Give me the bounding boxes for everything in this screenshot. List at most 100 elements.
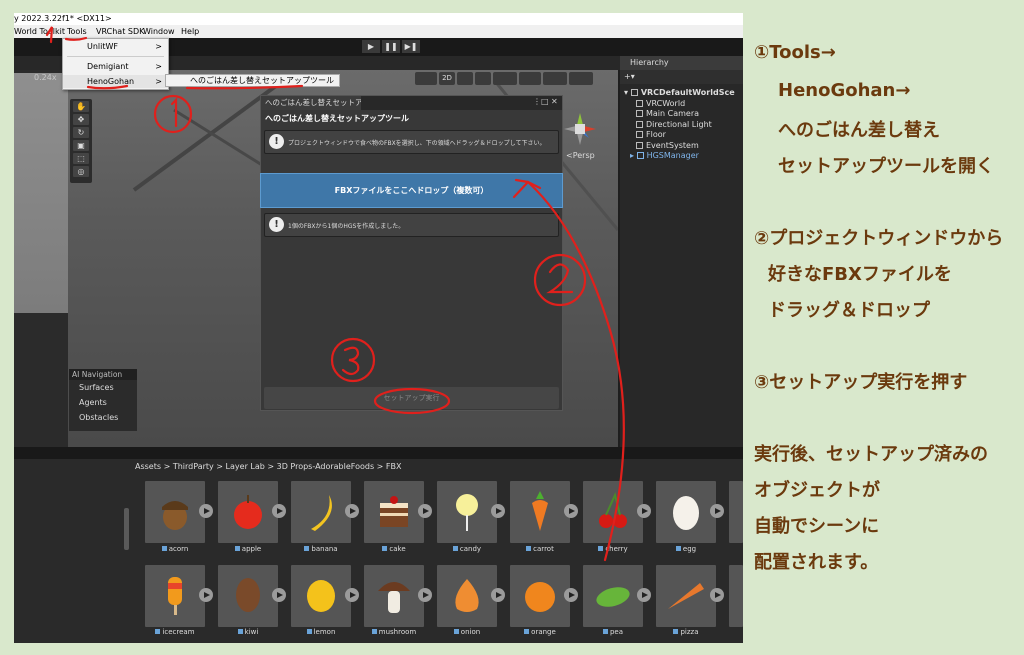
setup-execute-button[interactable]: セットアップ実行: [264, 387, 559, 409]
preview-play-icon[interactable]: [491, 588, 505, 602]
shading-mode-button[interactable]: [415, 72, 437, 85]
asset-thumbnail[interactable]: [583, 481, 643, 543]
gizmos-dropdown[interactable]: [569, 72, 593, 85]
icecream-icon: [168, 577, 182, 615]
preview-play-icon[interactable]: [345, 588, 359, 602]
hierarchy-item[interactable]: Directional Light: [620, 120, 743, 131]
move-tool-icon[interactable]: ✥: [73, 114, 89, 125]
model-icon: [237, 629, 243, 634]
asset-thumbnail[interactable]: [510, 565, 570, 627]
preview-play-icon[interactable]: [491, 504, 505, 518]
ai-nav-agents[interactable]: Agents: [69, 395, 137, 410]
hierarchy-item[interactable]: Floor: [620, 130, 743, 141]
menu-item-demigiant[interactable]: Demigiant >: [63, 60, 168, 73]
camera-dropdown[interactable]: [543, 72, 567, 85]
fbx-drop-area[interactable]: FBXファイルをここへドロップ（複数可）: [260, 173, 563, 208]
asset-thumbnail[interactable]: [364, 481, 424, 543]
transform-tool-icon[interactable]: ◎: [73, 166, 89, 177]
menu-vrchat-sdk[interactable]: VRChat SDK: [96, 25, 144, 38]
mode-2d-button[interactable]: 2D: [439, 72, 455, 85]
info-icon: !: [269, 134, 284, 149]
menu-item-henogohan[interactable]: HenoGohan >: [63, 75, 168, 88]
preview-play-icon[interactable]: [710, 504, 724, 518]
menu-window[interactable]: Window: [143, 25, 175, 38]
setup-window-heading: へのごはん差し替えセットアップツール: [265, 114, 409, 123]
setup-window-tabbar: へのごはん差し替えセットアッ... ⋮ □ ✕: [261, 96, 562, 110]
asset-thumbnail[interactable]: [437, 565, 497, 627]
preview-play-icon[interactable]: [710, 588, 724, 602]
preview-play-icon[interactable]: [637, 588, 651, 602]
asset-thumbnail[interactable]: [656, 481, 716, 543]
lighting-toggle[interactable]: [457, 72, 473, 85]
menu-help[interactable]: Help: [181, 25, 199, 38]
model-icon: [382, 546, 388, 551]
pause-button[interactable]: ❚❚: [382, 40, 400, 53]
maximize-icon[interactable]: □: [541, 97, 549, 106]
asset-thumbnail[interactable]: [729, 481, 743, 543]
audio-toggle[interactable]: [475, 72, 491, 85]
asset-thumbnail[interactable]: [437, 481, 497, 543]
asset-thumbnail[interactable]: [729, 565, 743, 627]
preview-play-icon[interactable]: [199, 504, 213, 518]
hierarchy-item-selected[interactable]: ▸ HGSManager: [620, 151, 743, 162]
asset-thumbnail[interactable]: [583, 565, 643, 627]
gameobject-icon: [636, 120, 643, 128]
setup-window-tab[interactable]: へのごはん差し替えセットアッ...: [261, 96, 361, 110]
hand-tool-icon[interactable]: ✋: [73, 101, 89, 112]
rect-tool-icon[interactable]: ⬚: [73, 153, 89, 164]
acorn-icon: [162, 501, 188, 530]
more-options-icon[interactable]: ⋮: [533, 97, 541, 106]
ai-nav-surfaces[interactable]: Surfaces: [69, 380, 137, 395]
preview-play-icon[interactable]: [418, 504, 432, 518]
cake-icon: [380, 496, 408, 527]
asset-thumbnail[interactable]: [145, 481, 205, 543]
step-button[interactable]: ▶❚: [402, 40, 420, 53]
menu-item-setup-tool[interactable]: へのごはん差し替えセットアップツール: [165, 74, 340, 87]
menu-tools[interactable]: Tools: [67, 25, 87, 38]
asset-thumbnail[interactable]: [218, 481, 278, 543]
preview-play-icon[interactable]: [564, 588, 578, 602]
asset-label: pea: [577, 628, 649, 636]
project-scrollbar[interactable]: [124, 508, 129, 550]
close-icon[interactable]: ✕: [551, 97, 558, 106]
rotate-tool-icon[interactable]: ↻: [73, 127, 89, 138]
hierarchy-item[interactable]: VRCWorld: [620, 99, 743, 110]
project-folder-tree: [14, 459, 131, 643]
banana-icon: [311, 495, 332, 531]
asset-thumbnail[interactable]: [291, 565, 351, 627]
prefab-icon: [636, 152, 644, 159]
preview-play-icon[interactable]: [564, 504, 578, 518]
menu-item-unlitwf[interactable]: UnlitWF >: [63, 40, 168, 53]
effects-dropdown[interactable]: [493, 72, 517, 85]
hierarchy-item[interactable]: Main Camera: [620, 109, 743, 120]
asset-thumbnail[interactable]: [510, 481, 570, 543]
preview-play-icon[interactable]: [199, 588, 213, 602]
note-line: ②プロジェクトウィンドウから: [754, 228, 1004, 249]
hidden-objects-toggle[interactable]: [519, 72, 541, 85]
menu-world-toolkit[interactable]: World Toolkit: [14, 25, 65, 38]
asset-thumbnail[interactable]: [364, 565, 424, 627]
play-button[interactable]: ▶: [362, 40, 380, 53]
perspective-label[interactable]: <Persp: [566, 151, 595, 160]
model-icon: [602, 629, 608, 634]
note-line: 配置されます。: [754, 552, 879, 573]
hierarchy-add-button[interactable]: +▾: [620, 70, 743, 84]
preview-play-icon[interactable]: [272, 504, 286, 518]
preview-play-icon[interactable]: [418, 588, 432, 602]
hierarchy-root[interactable]: ▾ VRCDefaultWorldSce: [620, 88, 743, 99]
hierarchy-item[interactable]: EventSystem: [620, 141, 743, 152]
ai-nav-obstacles[interactable]: Obstacles: [69, 410, 137, 425]
lemon-icon: [307, 580, 335, 612]
asset-thumbnail[interactable]: [145, 565, 205, 627]
asset-thumbnail[interactable]: [656, 565, 716, 627]
asset-thumbnail[interactable]: [218, 565, 278, 627]
hierarchy-tab[interactable]: Hierarchy: [620, 56, 743, 70]
scale-tool-icon[interactable]: ▣: [73, 140, 89, 151]
breadcrumb[interactable]: Assets > ThirdParty > Layer Lab > 3D Pro…: [135, 462, 402, 471]
asset-thumbnail[interactable]: [291, 481, 351, 543]
preview-play-icon[interactable]: [637, 504, 651, 518]
preview-play-icon[interactable]: [345, 504, 359, 518]
model-icon: [453, 629, 459, 634]
preview-play-icon[interactable]: [272, 588, 286, 602]
orientation-gizmo-icon[interactable]: [562, 111, 598, 147]
